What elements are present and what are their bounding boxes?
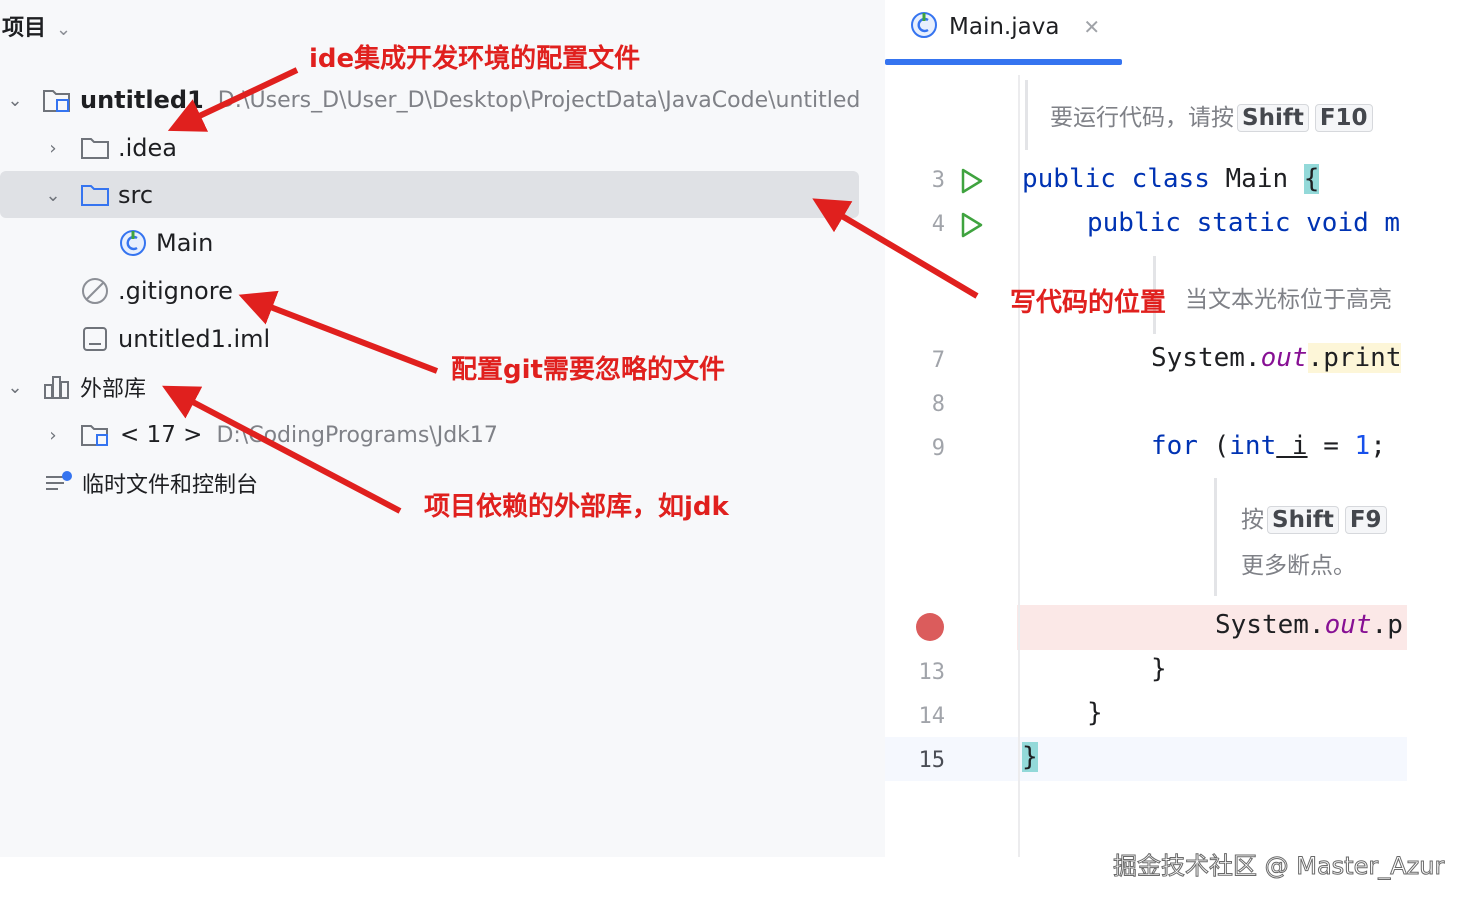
- watermark: 掘金技术社区 @ Master_Azur: [1112, 852, 1445, 881]
- arrow-to-external-libs: [162, 385, 402, 514]
- arrow-to-idea: [167, 67, 299, 132]
- arrow-to-gitignore: [238, 290, 439, 374]
- annotation-gitignore: 配置git需要忽略的文件: [451, 355, 725, 385]
- annotation-ide-config: ide集成开发环境的配置文件: [309, 44, 641, 74]
- annotation-external-libs: 项目依赖的外部库，如jdk: [424, 492, 729, 522]
- arrow-to-editor: [812, 198, 979, 299]
- annotation-arrows: [162, 67, 979, 514]
- annotation-code-location: 写代码的位置: [1010, 288, 1167, 318]
